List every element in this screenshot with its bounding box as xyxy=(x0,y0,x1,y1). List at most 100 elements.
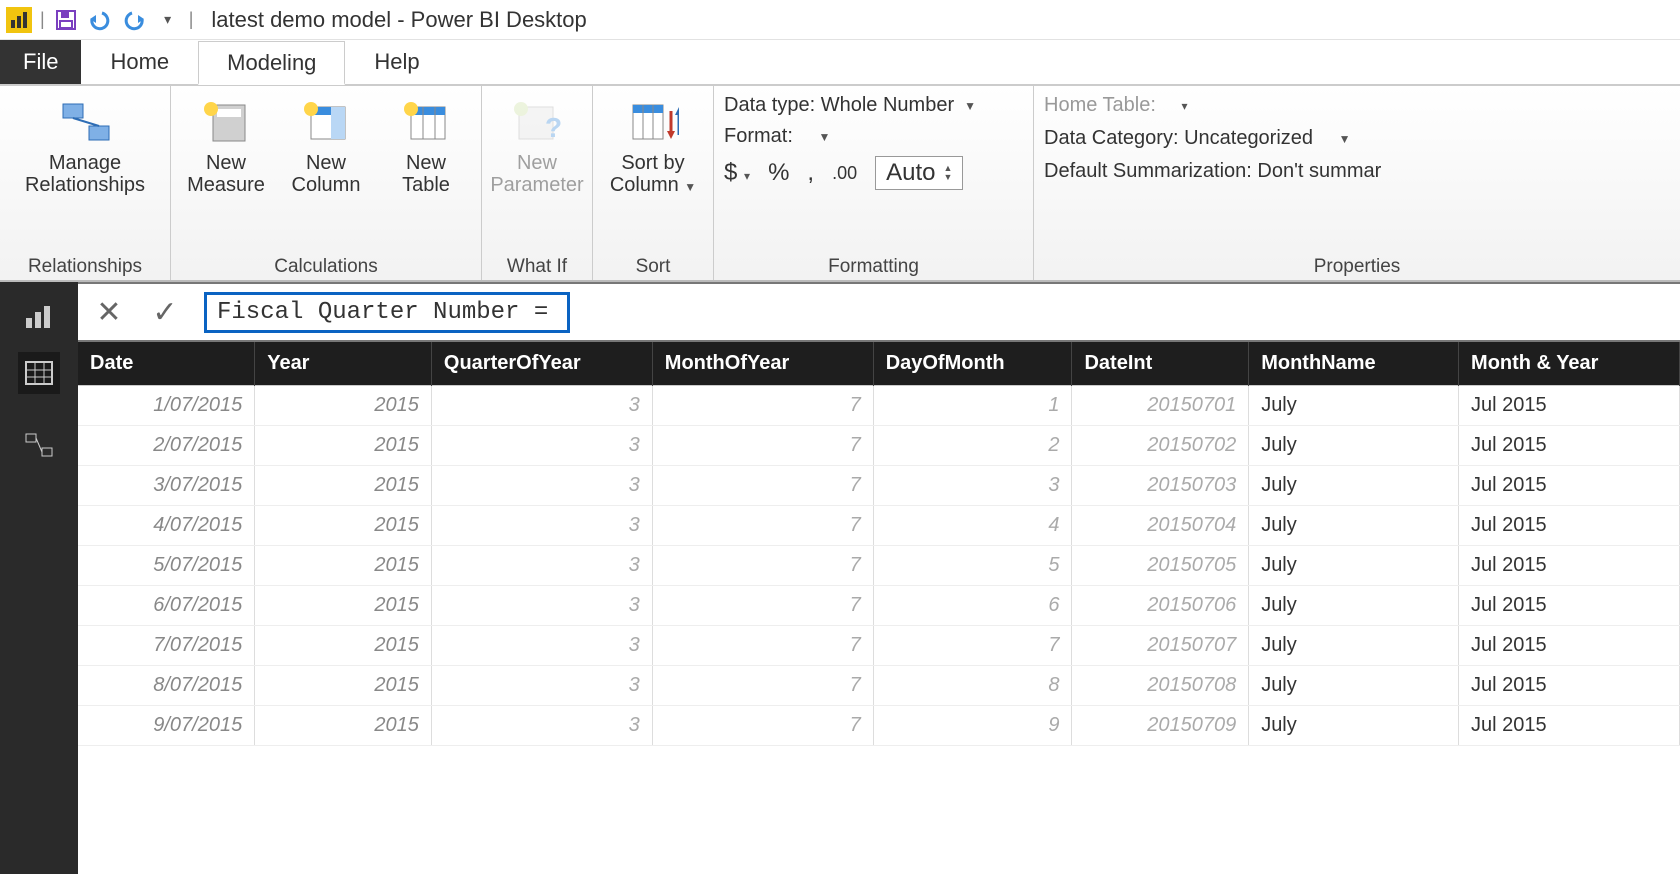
separator: | xyxy=(40,9,45,30)
relationships-icon xyxy=(59,96,111,148)
ribbon-tabs: File Home Modeling Help xyxy=(0,40,1680,86)
column-header-date[interactable]: Date xyxy=(78,342,255,386)
cell-year: 2015 xyxy=(255,466,432,506)
column-header-quarter[interactable]: QuarterOfYear xyxy=(431,342,652,386)
cell-quarter: 3 xyxy=(431,706,652,746)
column-header-monthname[interactable]: MonthName xyxy=(1249,342,1459,386)
formula-input-wrap xyxy=(204,292,570,333)
data-view-button[interactable] xyxy=(18,352,60,394)
sort-icon xyxy=(627,96,679,148)
cell-quarter: 3 xyxy=(431,586,652,626)
table-row[interactable]: 5/07/2015201537520150705JulyJul 2015 xyxy=(78,546,1680,586)
cell-monthofyear: 7 xyxy=(652,666,873,706)
tab-modeling[interactable]: Modeling xyxy=(198,41,345,85)
model-icon xyxy=(24,432,54,458)
cell-dateint: 20150709 xyxy=(1072,706,1249,746)
decimal-places-stepper[interactable]: Auto ▲ ▼ xyxy=(875,156,963,190)
new-column-button[interactable]: New Column xyxy=(281,90,371,196)
cell-quarter: 3 xyxy=(431,466,652,506)
app-logo-icon xyxy=(6,7,32,33)
table-row[interactable]: 2/07/2015201537220150702JulyJul 2015 xyxy=(78,426,1680,466)
view-rail xyxy=(0,282,78,342)
redo-button[interactable] xyxy=(121,7,147,33)
cell-monthofyear: 7 xyxy=(652,466,873,506)
cell-dateint: 20150706 xyxy=(1072,586,1249,626)
cell-monthyear: Jul 2015 xyxy=(1459,426,1680,466)
cell-monthname: July xyxy=(1249,706,1459,746)
cell-monthofyear: 7 xyxy=(652,626,873,666)
column-header-monthofyear[interactable]: MonthOfYear xyxy=(652,342,873,386)
save-button[interactable] xyxy=(53,7,79,33)
commit-formula-button[interactable]: ✓ xyxy=(148,295,182,330)
cell-monthofyear: 7 xyxy=(652,546,873,586)
table-row[interactable]: 4/07/2015201537420150704JulyJul 2015 xyxy=(78,506,1680,546)
data-category-dropdown[interactable]: Data Category: Uncategorized ▼ xyxy=(1044,127,1381,150)
data-grid[interactable]: Date Year QuarterOfYear MonthOfYear DayO… xyxy=(78,342,1680,874)
chevron-down-icon: ▼ xyxy=(1339,132,1351,146)
manage-relationships-button[interactable]: Manage Relationships xyxy=(10,90,160,196)
column-header-dateint[interactable]: DateInt xyxy=(1072,342,1249,386)
default-summarization-dropdown[interactable]: Default Summarization: Don't summar xyxy=(1044,160,1381,183)
cell-dateint: 20150707 xyxy=(1072,626,1249,666)
model-view-button[interactable] xyxy=(18,424,60,466)
table-row[interactable]: 9/07/2015201537920150709JulyJul 2015 xyxy=(78,706,1680,746)
data-category-label: Data Category: Uncategorized xyxy=(1044,127,1313,150)
cell-date: 8/07/2015 xyxy=(78,666,255,706)
format-dropdown[interactable]: Format: ▼ xyxy=(724,125,976,148)
cell-dayofmonth: 9 xyxy=(873,706,1072,746)
window-title: latest demo model - Power BI Desktop xyxy=(211,7,586,33)
cell-quarter: 3 xyxy=(431,666,652,706)
undo-button[interactable] xyxy=(87,7,113,33)
cell-date: 4/07/2015 xyxy=(78,506,255,546)
table-row[interactable]: 1/07/2015201537120150701JulyJul 2015 xyxy=(78,386,1680,426)
cell-year: 2015 xyxy=(255,626,432,666)
percent-button[interactable]: % xyxy=(768,159,789,187)
cell-date: 1/07/2015 xyxy=(78,386,255,426)
cell-year: 2015 xyxy=(255,706,432,746)
sort-by-column-button[interactable]: Sort by Column ▼ xyxy=(603,90,703,196)
tab-home[interactable]: Home xyxy=(81,40,198,84)
ribbon-group-calculations: New Measure New Column New Table Calcula… xyxy=(171,86,482,280)
cell-dateint: 20150703 xyxy=(1072,466,1249,506)
currency-button[interactable]: $ ▾ xyxy=(724,159,750,187)
table-row[interactable]: 8/07/2015201537820150708JulyJul 2015 xyxy=(78,666,1680,706)
cell-quarter: 3 xyxy=(431,426,652,466)
thousands-button[interactable]: , xyxy=(807,159,814,187)
sort-by-column-label: Sort by Column ▼ xyxy=(610,152,696,196)
ribbon-group-properties: Home Table: ▾ Data Category: Uncategoriz… xyxy=(1034,86,1680,280)
decimal-button[interactable]: .00 xyxy=(832,163,857,184)
cell-dayofmonth: 7 xyxy=(873,626,1072,666)
cancel-formula-button[interactable]: ✕ xyxy=(92,295,126,330)
stepper-down-icon[interactable]: ▼ xyxy=(943,173,952,182)
column-header-monthyear[interactable]: Month & Year xyxy=(1459,342,1680,386)
new-parameter-button: ? New Parameter xyxy=(492,90,582,196)
home-table-label: Home Table: xyxy=(1044,94,1156,117)
new-table-label: New Table xyxy=(402,152,450,196)
report-view-button[interactable] xyxy=(18,296,60,338)
qat-customize-button[interactable]: ▾ xyxy=(155,7,181,33)
cell-monthname: July xyxy=(1249,466,1459,506)
data-type-dropdown[interactable]: Data type: Whole Number▼ xyxy=(724,94,976,117)
cell-monthofyear: 7 xyxy=(652,586,873,626)
cell-year: 2015 xyxy=(255,586,432,626)
new-table-button[interactable]: New Table xyxy=(381,90,471,196)
table-row[interactable]: 3/07/2015201537320150703JulyJul 2015 xyxy=(78,466,1680,506)
check-icon: ✓ xyxy=(152,296,177,329)
new-measure-button[interactable]: New Measure xyxy=(181,90,271,196)
group-label-sort: Sort xyxy=(603,254,703,278)
table-row[interactable]: 7/07/2015201537720150707JulyJul 2015 xyxy=(78,626,1680,666)
tab-file[interactable]: File xyxy=(0,40,81,84)
group-label-properties: Properties xyxy=(1044,254,1670,278)
tab-help[interactable]: Help xyxy=(345,40,448,84)
cell-dayofmonth: 1 xyxy=(873,386,1072,426)
home-table-dropdown: Home Table: ▾ xyxy=(1044,94,1381,117)
table-row[interactable]: 6/07/2015201537620150706JulyJul 2015 xyxy=(78,586,1680,626)
data-table: Date Year QuarterOfYear MonthOfYear DayO… xyxy=(78,342,1680,746)
column-header-year[interactable]: Year xyxy=(255,342,432,386)
cell-monthyear: Jul 2015 xyxy=(1459,466,1680,506)
chevron-down-icon: ▾ xyxy=(744,169,750,183)
formula-input[interactable] xyxy=(217,299,557,326)
column-header-dayofmonth[interactable]: DayOfMonth xyxy=(873,342,1072,386)
cell-dateint: 20150708 xyxy=(1072,666,1249,706)
new-column-label: New Column xyxy=(292,152,361,196)
